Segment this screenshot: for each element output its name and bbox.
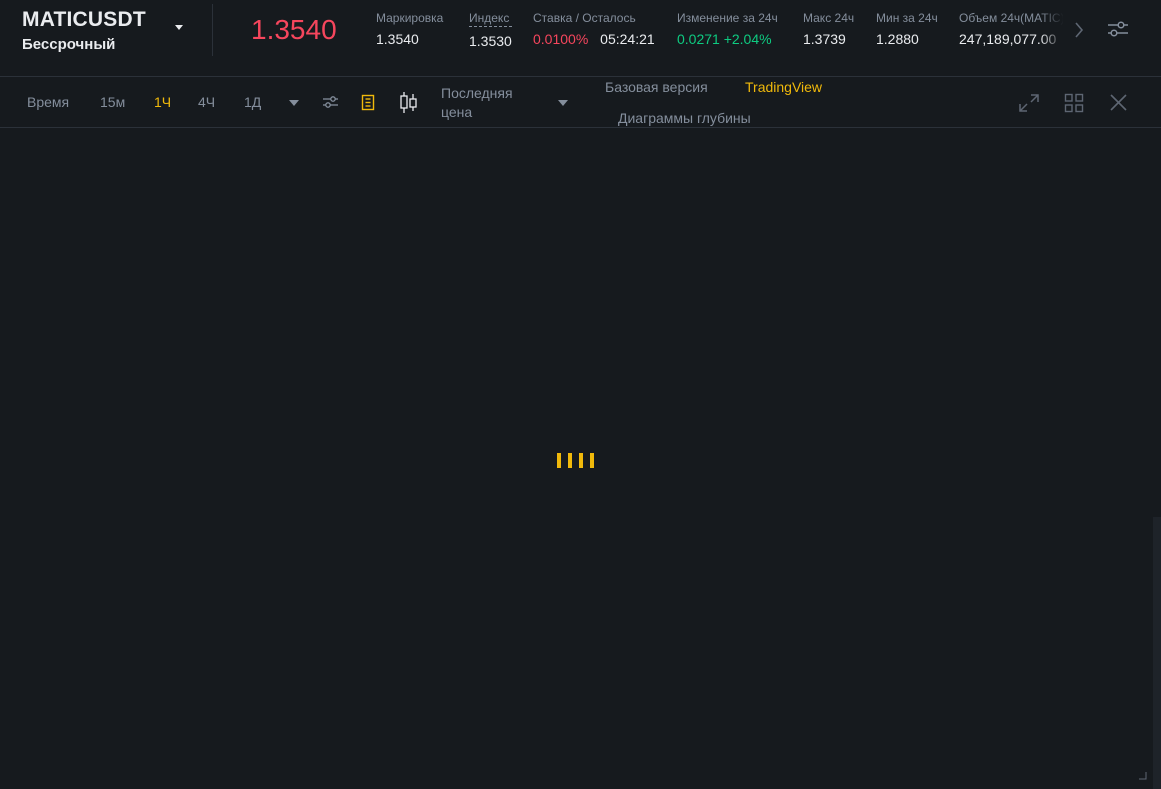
candlestick-icon[interactable] (399, 91, 418, 114)
stat-label[interactable]: Индекс (469, 11, 512, 27)
loading-spinner (557, 453, 597, 468)
interval-15m[interactable]: 15м (100, 94, 125, 110)
scrollbar-track[interactable] (1153, 517, 1161, 789)
stat-mark-price: Маркировка 1.3540 (376, 11, 443, 47)
stat-label: Мин за 24ч (876, 11, 938, 25)
price-type-line1: Последняя (441, 85, 513, 101)
stat-value: 1.3739 (803, 31, 846, 47)
stat-high-24h: Макс 24ч 1.3739 (803, 11, 854, 47)
symbol-name[interactable]: MATICUSDT (22, 8, 146, 32)
funding-rate-value: 0.0100% (533, 31, 589, 47)
interval-1d[interactable]: 1Д (244, 94, 261, 110)
loader-bar (590, 453, 594, 468)
tab-depth-chart[interactable]: Диаграммы глубины (618, 110, 751, 126)
grid-icon[interactable] (1064, 93, 1084, 113)
interval-4h[interactable]: 4Ч (198, 94, 215, 110)
loader-bar (568, 453, 572, 468)
stat-value: 1.2880 (876, 31, 919, 47)
contract-type: Бессрочный (22, 36, 116, 53)
price-type-select[interactable]: Последняя цена (441, 84, 541, 122)
price-type-line2: цена (441, 104, 473, 120)
caret-down-icon[interactable] (558, 100, 568, 106)
expand-icon[interactable] (1018, 93, 1040, 113)
stat-value-group: 0.0100% 05:24:21 (533, 31, 655, 47)
stat-value: 1.3540 (376, 31, 419, 47)
stat-label: Маркировка (376, 11, 444, 25)
stat-value: 0.0271 +2.04% (677, 31, 772, 47)
loader-bar (557, 453, 561, 468)
divider (212, 4, 213, 56)
chart-toolbar: Время 15м 1Ч 4Ч 1Д Последняя цена Базова… (0, 78, 1161, 128)
stat-label: Ставка / Осталось (533, 11, 636, 25)
sliders-icon[interactable] (1106, 18, 1130, 40)
caret-down-icon[interactable] (175, 25, 183, 30)
stat-change-24h: Изменение за 24ч 0.0271 +2.04% (677, 11, 778, 47)
caret-down-icon[interactable] (289, 100, 299, 106)
loader-bar (579, 453, 583, 468)
time-label[interactable]: Время (27, 94, 69, 110)
market-header: MATICUSDT Бессрочный 1.3540 Маркировка 1… (0, 0, 1161, 77)
stat-low-24h: Мин за 24ч 1.2880 (876, 11, 938, 47)
tab-tradingview[interactable]: TradingView (745, 79, 822, 95)
stat-value: 1.3530 (469, 33, 512, 49)
stat-label: Изменение за 24ч (677, 11, 778, 25)
stat-funding-rate: Ставка / Осталось 0.0100% 05:24:21 (533, 11, 655, 47)
last-price: 1.3540 (251, 14, 337, 45)
tab-basic-version[interactable]: Базовая версия (605, 79, 708, 95)
interval-1h[interactable]: 1Ч (154, 94, 171, 110)
close-icon[interactable] (1109, 93, 1128, 112)
chart-canvas[interactable] (0, 129, 1161, 789)
resize-handle-icon[interactable] (1139, 772, 1147, 780)
stats-fade (1040, 8, 1074, 56)
stat-index-price[interactable]: Индекс 1.3530 (469, 11, 512, 49)
bar-chart-icon[interactable] (361, 94, 375, 111)
funding-countdown: 05:24:21 (600, 31, 655, 47)
chevron-right-icon[interactable] (1072, 20, 1086, 40)
stat-label: Макс 24ч (803, 11, 855, 25)
sliders-icon[interactable] (322, 94, 339, 110)
symbol-selector[interactable]: MATICUSDT Бессрочный (22, 8, 146, 53)
